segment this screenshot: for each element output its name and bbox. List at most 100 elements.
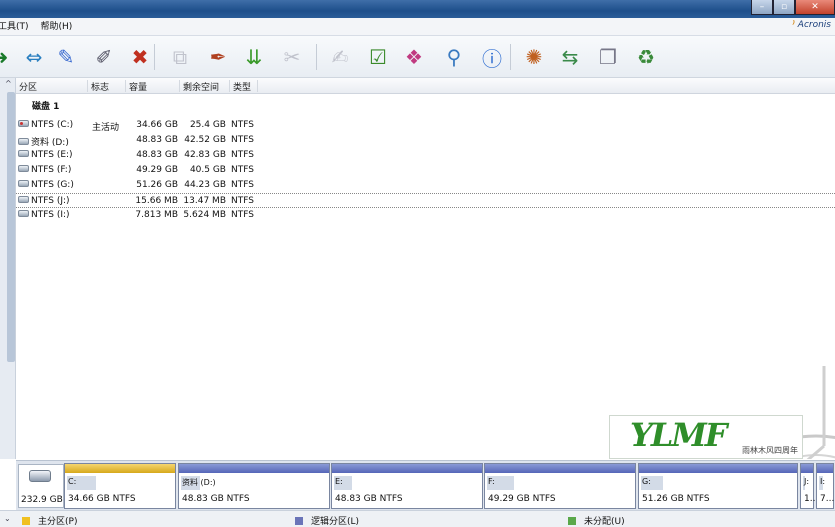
legend-primary-label: 主分区(P) (38, 517, 78, 527)
partition-block[interactable]: J: 1... (800, 463, 818, 509)
logo-text: YLMF (630, 416, 727, 454)
table-row[interactable]: NTFS (E:) 48.83 GB 42.83 GB NTFS (16, 148, 835, 163)
resize-partition-icon[interactable]: ⇔ (20, 44, 48, 70)
menu-bar: 工具(T) 帮助(H) ⁾ Acronis (0, 18, 835, 36)
recovery-icon[interactable]: ✺ (520, 44, 548, 70)
row-partition: NTFS (C:) (18, 120, 73, 130)
window-controls: – ▫ ✕ (751, 0, 835, 16)
row-free: 5.624 MB (183, 210, 226, 220)
info-icon[interactable]: ⓘ (478, 44, 506, 71)
row-type: NTFS (231, 135, 254, 145)
table-row[interactable]: NTFS (G:) 51.26 GB 44.23 GB NTFS (16, 178, 835, 193)
col-flag[interactable]: 标志 (88, 80, 126, 93)
row-capacity: 34.66 GB (136, 120, 178, 130)
package-icon[interactable]: ❖ (400, 44, 428, 70)
migrate-icon[interactable]: ⇆ (556, 44, 584, 70)
scrollbar-thumb[interactable] (7, 92, 15, 362)
partition-name: NTFS (E:) (31, 150, 73, 160)
partition-name: 资料 (D:) (31, 138, 69, 148)
recycle-icon[interactable]: ♻ (632, 44, 660, 70)
scroll-down-icon[interactable]: ⌄ (4, 514, 11, 523)
check-partition-icon[interactable]: ✎ (52, 44, 80, 70)
disk-info[interactable]: 232.9 GB (18, 464, 64, 508)
row-capacity: 7.813 MB (135, 210, 178, 220)
row-type: NTFS (231, 210, 254, 220)
partition-info: 51.26 GB NTFS (642, 494, 710, 504)
drive-icon (18, 210, 29, 217)
menu-tools[interactable]: 工具(T) (0, 18, 35, 36)
arrow-icon[interactable]: ➜ (0, 44, 14, 70)
table-row[interactable]: NTFS (F:) 49.29 GB 40.5 GB NTFS (16, 163, 835, 178)
legend-logical-swatch (295, 516, 303, 525)
drive-icon (18, 138, 29, 145)
row-free: 40.5 GB (189, 165, 226, 175)
partition-info: 48.83 GB NTFS (335, 494, 403, 504)
partition-type-bar (817, 464, 833, 473)
row-type: NTFS (231, 180, 254, 190)
partition-block[interactable]: E: 48.83 GB NTFS (331, 463, 483, 509)
legend-unallocated-label: 未分配(U) (584, 517, 625, 527)
delete-partition-icon[interactable]: ✖ (126, 44, 154, 70)
col-free[interactable]: 剩余空间 (180, 80, 230, 93)
row-partition: NTFS (F:) (18, 165, 71, 175)
maximize-button[interactable]: ▫ (773, 0, 795, 15)
legend-unallocated-swatch (568, 516, 576, 525)
partition-label: C: (68, 477, 77, 486)
partition-block[interactable]: F: 49.29 GB NTFS (484, 463, 636, 509)
partition-block[interactable]: 资料 (D:) 48.83 GB NTFS (178, 463, 330, 509)
menu-help[interactable]: 帮助(H) (35, 18, 79, 36)
partition-block[interactable]: I: 7... (816, 463, 834, 509)
partition-type-bar (332, 464, 482, 473)
partition-type-bar (179, 464, 329, 473)
create-partition-icon[interactable]: ✐ (90, 44, 118, 70)
brush-icon[interactable]: ✍ (326, 44, 354, 70)
scroll-up-icon[interactable]: ^ (5, 79, 12, 88)
close-button[interactable]: ✕ (795, 0, 835, 15)
row-capacity: 51.26 GB (136, 180, 178, 190)
col-type[interactable]: 类型 (230, 80, 258, 93)
partition-label: F: (488, 477, 495, 486)
row-type: NTFS (231, 196, 254, 206)
minimize-button[interactable]: – (751, 0, 773, 15)
clone-icon[interactable]: ❐ (594, 44, 622, 70)
partition-type-bar (639, 464, 797, 473)
row-capacity: 15.66 MB (135, 196, 178, 206)
split-partition-icon[interactable]: ✂ (278, 44, 306, 70)
partition-name: NTFS (F:) (31, 165, 72, 175)
table-row[interactable]: NTFS (J:) 15.66 MB 13.47 MB NTFS (16, 193, 835, 208)
title-bar: – ▫ ✕ (0, 0, 835, 18)
partition-label: G: (642, 477, 651, 486)
legend-logical-label: 逻辑分区(L) (311, 517, 360, 527)
legend-bar: ⌄ 主分区(P) 逻辑分区(L) 未分配(U) (0, 510, 835, 527)
copy-partition-icon[interactable]: ⧉ (166, 44, 194, 70)
acronis-brand: ⁾ Acronis (792, 20, 831, 30)
search-icon[interactable]: ⚲ (440, 44, 468, 70)
row-capacity: 49.29 GB (136, 165, 178, 175)
ylmf-logo: YLMF 雨林木风四周年 (609, 415, 803, 459)
table-row[interactable]: NTFS (I:) 7.813 MB 5.624 MB NTFS (16, 208, 835, 223)
table-row[interactable]: 资料 (D:) 48.83 GB 42.52 GB NTFS (16, 133, 835, 148)
row-flag: 主活动 (92, 123, 120, 133)
disk-size: 232.9 GB (21, 495, 63, 505)
partition-name: NTFS (I:) (31, 210, 70, 220)
commit-icon[interactable]: ☑ (364, 44, 392, 70)
brand-label: Acronis (797, 20, 831, 30)
row-partition: NTFS (E:) (18, 150, 73, 160)
row-free: 42.83 GB (184, 150, 226, 160)
drive-icon (18, 180, 29, 187)
table-row[interactable]: NTFS (C:) 主活动 34.66 GB 25.4 GB NTFS (16, 118, 835, 133)
row-capacity: 48.83 GB (136, 150, 178, 160)
drive-icon (18, 165, 29, 172)
partition-label: I: (820, 477, 826, 486)
format-partition-icon[interactable]: ✒ (204, 44, 232, 70)
merge-partition-icon[interactable]: ⇊ (240, 44, 268, 70)
row-partition: NTFS (J:) (18, 196, 70, 206)
row-type: NTFS (231, 150, 254, 160)
toolbar-separator (316, 44, 317, 70)
col-partition[interactable]: 分区 (16, 80, 88, 93)
partition-block[interactable]: C: 34.66 GB NTFS (64, 463, 176, 509)
partition-block[interactable]: G: 51.26 GB NTFS (638, 463, 798, 509)
partition-type-bar (65, 464, 175, 473)
hard-disk-icon (29, 470, 51, 482)
col-capacity[interactable]: 容量 (126, 80, 180, 93)
